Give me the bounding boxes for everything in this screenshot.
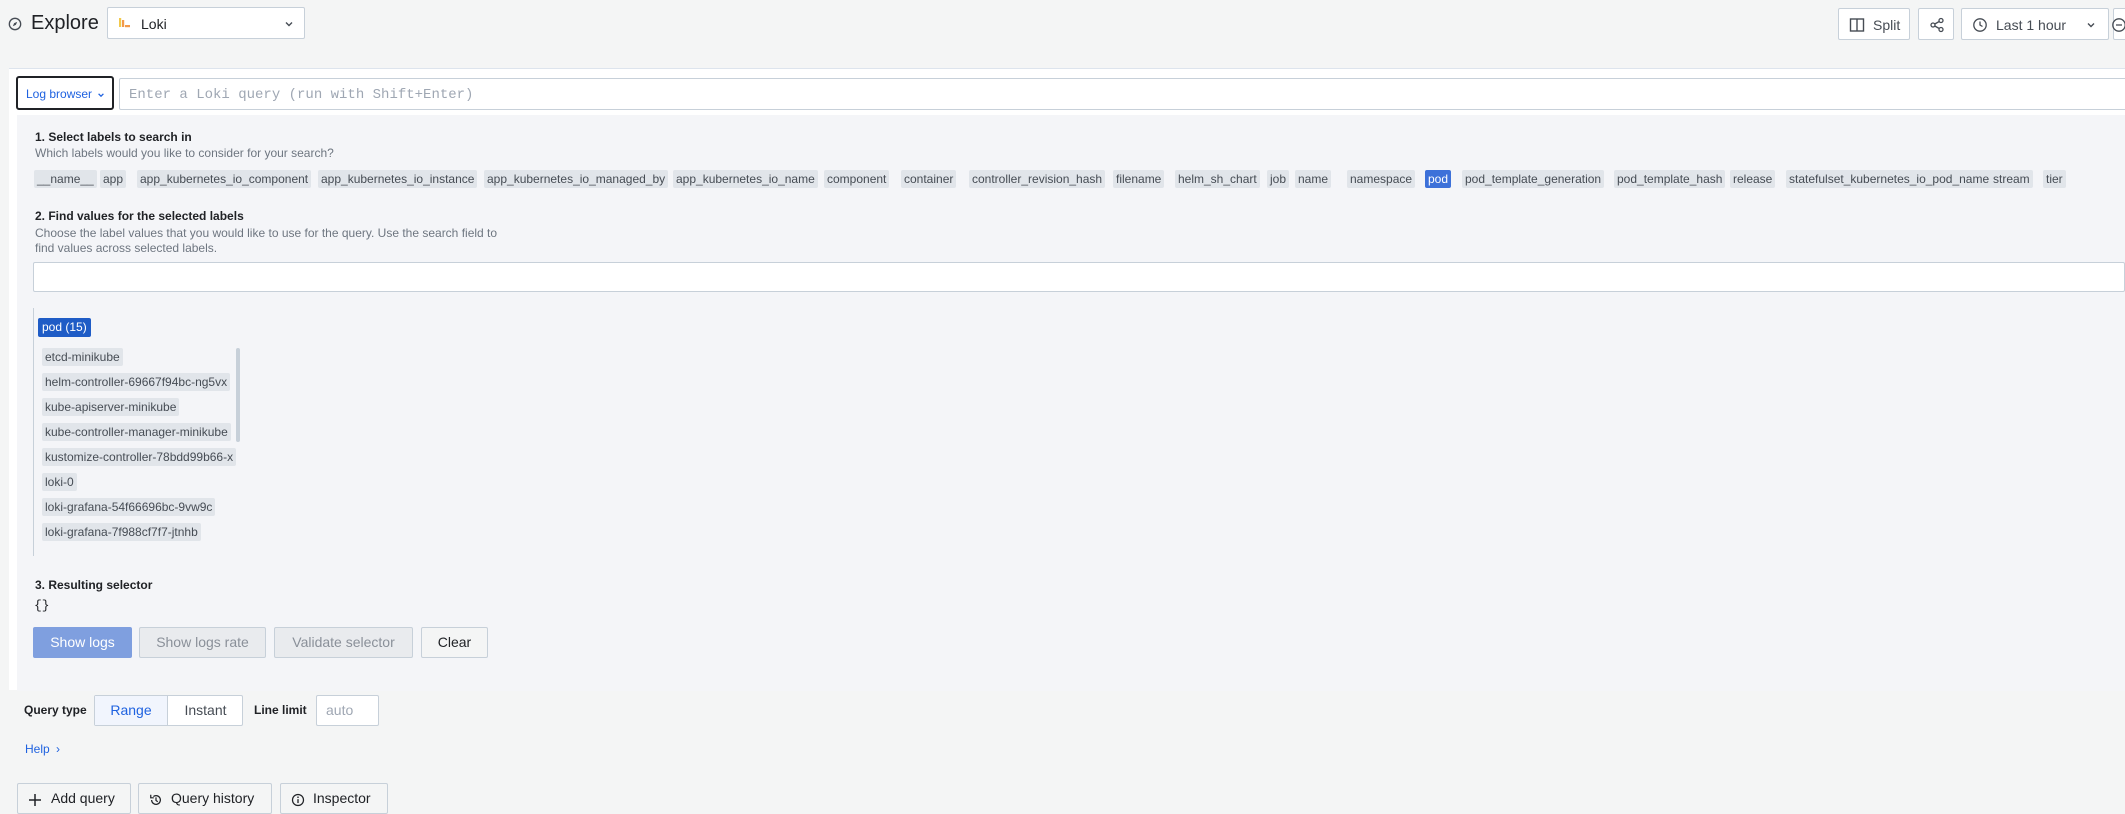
label-chip-stream[interactable]: stream bbox=[1990, 170, 2033, 188]
label-chip-statefulset-kubernetes-io-pod-name[interactable]: statefulset_kubernetes_io_pod_name bbox=[1786, 170, 1993, 188]
history-icon bbox=[150, 794, 161, 805]
chevron-down-icon bbox=[285, 22, 293, 27]
show-logs-button[interactable]: Show logs bbox=[33, 627, 132, 658]
clock-icon bbox=[1973, 18, 1987, 32]
label-chip-pod[interactable]: pod bbox=[1425, 170, 1452, 188]
query-type-radio-group: Range Instant bbox=[94, 695, 243, 726]
label-chip-namespace[interactable]: namespace bbox=[1347, 170, 1416, 188]
log-browser-button[interactable]: Log browser bbox=[16, 76, 114, 110]
label-chip---name--[interactable]: __name__ bbox=[34, 170, 97, 188]
value-search-input[interactable] bbox=[33, 262, 2125, 292]
value-chip[interactable]: etcd-minikube bbox=[42, 348, 123, 366]
chevron-right-icon: › bbox=[56, 742, 61, 756]
label-chip-controller-revision-hash[interactable]: controller_revision_hash bbox=[969, 170, 1106, 188]
add-query-button[interactable]: Add query bbox=[17, 783, 131, 814]
label-chip-app-kubernetes-io-name[interactable]: app_kubernetes_io_name bbox=[673, 170, 818, 188]
step2-description-line2: find values across selected labels. bbox=[35, 241, 218, 255]
info-circle-icon bbox=[291, 793, 305, 807]
label-chip-name[interactable]: name bbox=[1295, 170, 1332, 188]
value-chip[interactable]: kustomize-controller-78bdd99b66-x bbox=[42, 448, 237, 466]
value-chip[interactable]: loki-0 bbox=[42, 473, 77, 491]
label-chip-app-kubernetes-io-component[interactable]: app_kubernetes_io_component bbox=[137, 170, 312, 188]
share-button[interactable] bbox=[1918, 8, 1954, 40]
line-limit-input[interactable]: auto bbox=[316, 695, 379, 726]
zoom-out-button[interactable] bbox=[2112, 8, 2125, 40]
step2-title: 2. Find values for the selected labels bbox=[35, 209, 244, 223]
loki-logo-icon bbox=[119, 18, 130, 28]
value-chip[interactable]: loki-grafana-54f66696bc-9vw9c bbox=[42, 498, 216, 516]
share-icon bbox=[1930, 17, 1944, 33]
label-chip-release[interactable]: release bbox=[1730, 170, 1776, 188]
label-chip-pod-template-generation[interactable]: pod_template_generation bbox=[1462, 170, 1605, 188]
line-limit-label: Line limit bbox=[247, 695, 314, 725]
show-logs-rate-button[interactable]: Show logs rate bbox=[139, 627, 266, 658]
label-browser bbox=[17, 115, 2125, 691]
step3-title: 3. Resulting selector bbox=[35, 578, 153, 592]
values-list-header[interactable]: pod (15) bbox=[38, 318, 91, 337]
time-range-picker[interactable]: Last 1 hour bbox=[1961, 8, 2109, 40]
step1-title: 1. Select labels to search in bbox=[35, 130, 192, 144]
compass-icon bbox=[8, 17, 22, 31]
step2-description-line1: Choose the label values that you would l… bbox=[35, 226, 498, 240]
label-chip-container[interactable]: container bbox=[901, 170, 957, 188]
plus-icon bbox=[29, 794, 41, 806]
split-button[interactable]: Split bbox=[1838, 8, 1910, 40]
resulting-selector: {} bbox=[34, 598, 50, 613]
value-chip[interactable]: kube-controller-manager-minikube bbox=[42, 423, 231, 441]
value-chip[interactable]: helm-controller-69667f94bc-ng5vx bbox=[42, 373, 231, 391]
value-chip[interactable]: kube-apiserver-minikube bbox=[42, 398, 180, 416]
chevron-down-icon bbox=[2087, 23, 2095, 28]
split-icon bbox=[1849, 18, 1865, 32]
zoom-out-icon bbox=[2112, 18, 2125, 32]
query-type-label: Query type bbox=[17, 695, 94, 725]
query-type-range[interactable]: Range bbox=[95, 696, 167, 725]
query-type-instant[interactable]: Instant bbox=[167, 696, 243, 725]
datasource-name: Loki bbox=[141, 16, 167, 32]
label-chip-job[interactable]: job bbox=[1267, 170, 1290, 188]
chevron-down-icon bbox=[98, 93, 104, 98]
inspector-button[interactable]: Inspector bbox=[280, 783, 388, 814]
label-chip-filename[interactable]: filename bbox=[1113, 170, 1165, 188]
validate-selector-button[interactable]: Validate selector bbox=[274, 627, 413, 658]
query-input[interactable]: Enter a Loki query (run with Shift+Enter… bbox=[119, 78, 2125, 110]
label-chip-tier[interactable]: tier bbox=[2043, 170, 2066, 188]
help-toggle[interactable]: Help › bbox=[17, 736, 69, 762]
value-chip[interactable]: loki-grafana-7f988cf7f7-jtnhb bbox=[42, 523, 201, 541]
datasource-picker[interactable]: Loki bbox=[107, 7, 305, 39]
label-chip-helm-sh-chart[interactable]: helm_sh_chart bbox=[1175, 170, 1260, 188]
label-chip-app-kubernetes-io-managed-by[interactable]: app_kubernetes_io_managed_by bbox=[484, 170, 669, 188]
query-history-button[interactable]: Query history bbox=[138, 783, 272, 814]
values-scrollbar[interactable] bbox=[236, 348, 240, 442]
page-title: Explore bbox=[31, 12, 99, 34]
label-chip-pod-template-hash[interactable]: pod_template_hash bbox=[1614, 170, 1726, 188]
explore-toolbar: Explore Loki Split Last 1 hour bbox=[0, 0, 2125, 50]
clear-button[interactable]: Clear bbox=[421, 627, 488, 658]
label-chip-component[interactable]: component bbox=[824, 170, 890, 188]
label-chip-app-kubernetes-io-instance[interactable]: app_kubernetes_io_instance bbox=[318, 170, 478, 188]
step1-description: Which labels would you like to consider … bbox=[35, 146, 334, 160]
label-chip-app[interactable]: app bbox=[100, 170, 127, 188]
